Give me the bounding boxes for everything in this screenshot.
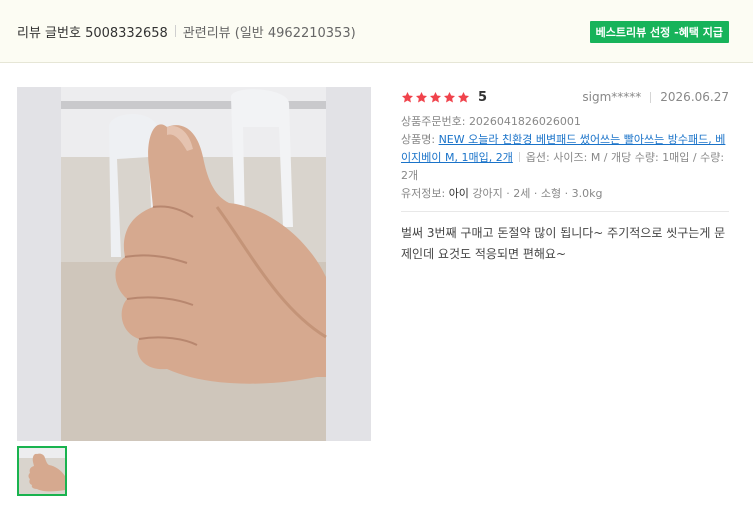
order-number: 2026041826026001: [468, 115, 581, 128]
photo-thumbnail[interactable]: [17, 446, 67, 496]
thumbnail-image: [19, 448, 65, 494]
content-divider: [401, 211, 729, 212]
review-meta: 상품주문번호: 2026041826026001 상품명: NEW 오늘라 친환…: [401, 113, 729, 203]
reviewer-id: sigm*****: [582, 90, 642, 104]
order-number-row: 상품주문번호: 2026041826026001: [401, 113, 729, 131]
best-review-badge: 베스트리뷰 선정 -혜택 지급: [589, 21, 729, 43]
order-number-label: 상품주문번호:: [401, 115, 466, 128]
pet-info-row: 유저정보: 아이 강아지 · 2세 · 소형 · 3.0kg: [401, 185, 729, 203]
star-icon: [415, 91, 428, 102]
star-rating: [401, 91, 470, 104]
star-icon: [443, 91, 456, 102]
star-icon: [457, 91, 470, 102]
review-photo[interactable]: [17, 87, 371, 441]
rating-score: 5: [478, 89, 488, 105]
review-info: 5 sigm***** 2026.06.27 상품주문번호: 202604182…: [401, 87, 729, 265]
pet-info: 강아지 · 2세 · 소형 · 3.0kg: [472, 187, 603, 200]
thumbs-up-photo: [17, 87, 371, 441]
user-date-divider: [650, 91, 652, 103]
user-date: sigm***** 2026.06.27: [582, 90, 729, 104]
product-label: 상품명:: [401, 133, 436, 146]
header-divider: [174, 25, 176, 37]
star-icon: [429, 91, 442, 102]
review-number: 리뷰 글번호 5008332658: [17, 25, 168, 41]
pet-info-label: 유저정보:: [401, 187, 446, 200]
pet-name: 아이: [448, 187, 469, 200]
product-row: 상품명: NEW 오늘라 친환경 베변패드 썼어쓰는 빨아쓰는 방수패드, 베이…: [401, 131, 729, 185]
review-date: 2026.06.27: [660, 90, 729, 104]
review-content: 벌써 3번째 구매고 돈절약 많이 됩니다~ 주기적으로 씻구는게 문제인데 요…: [401, 226, 726, 261]
star-icon: [401, 91, 414, 102]
review-header-bar: 리뷰 글번호 5008332658 관련리뷰 (일반 4962210353) 베…: [0, 0, 753, 63]
option-divider: [518, 152, 520, 162]
related-review: 관련리뷰 (일반 4962210353): [182, 25, 356, 41]
rating-row: 5 sigm***** 2026.06.27: [401, 87, 729, 107]
